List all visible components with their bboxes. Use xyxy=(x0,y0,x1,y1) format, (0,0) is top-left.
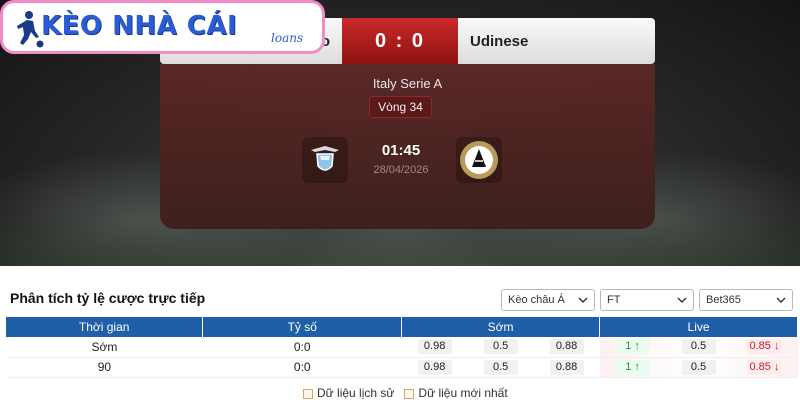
away-team-logo[interactable] xyxy=(456,137,502,183)
period-select[interactable]: FT xyxy=(600,289,694,311)
legend-latest-swatch xyxy=(404,388,415,399)
brand-subtitle: loans xyxy=(271,31,304,45)
udinese-zebra-crest-icon xyxy=(460,141,498,179)
brand-logo[interactable]: KÈO NHÀ CÁI loans xyxy=(0,0,325,54)
arrow-up-icon: ↑ xyxy=(631,340,640,353)
arrow-down-icon: ↓ xyxy=(770,360,780,373)
legend-latest-label: Dữ liệu mới nhất xyxy=(418,386,508,400)
early-odd-away: 0.88 xyxy=(549,359,584,375)
period-value: FT xyxy=(607,294,621,306)
live-odd-handicap: 0.5 xyxy=(681,339,716,355)
live-odd-home: 1 ↑ xyxy=(615,339,650,355)
odds-type-value: Kèo châu Á xyxy=(508,294,565,306)
live-odd-away-value: 0.85 xyxy=(749,360,771,373)
table-row[interactable]: 90 0:0 0.98 0.5 0.88 1 ↑ 0.5 0.85 ↓ xyxy=(6,357,798,378)
row-score: 0:0 xyxy=(202,357,402,378)
live-odd-away-value: 0.85 xyxy=(749,340,771,353)
away-team-name[interactable]: Udinese xyxy=(470,18,650,64)
odds-table: Thời gian Tỷ số Sớm Live Sớm 0:0 0.98 0.… xyxy=(6,317,798,378)
chevron-down-icon xyxy=(677,297,687,303)
column-header-live: Live xyxy=(599,317,798,337)
column-header-time: Thời gian xyxy=(6,317,204,337)
live-odd-away: 0.85 ↓ xyxy=(747,339,782,355)
brand-title: KÈO NHÀ CÁI xyxy=(41,11,238,41)
chevron-down-icon xyxy=(578,297,588,303)
live-odd-handicap: 0.5 xyxy=(681,359,716,375)
row-time: Sớm xyxy=(6,337,203,358)
arrow-down-icon: ↓ xyxy=(770,340,780,353)
live-odd-away: 0.85 ↓ xyxy=(747,359,782,375)
match-score: 0 : 0 xyxy=(342,18,458,64)
live-odds-cell: 1 ↑ 0.5 0.85 ↓ xyxy=(599,337,798,358)
kickoff-date: 28/04/2026 xyxy=(373,164,429,176)
early-odds-cell: 0.98 0.5 0.88 xyxy=(401,337,600,358)
column-header-score: Tỷ số xyxy=(202,317,403,337)
analysis-title: Phân tích tỷ lệ cược trực tiếp xyxy=(10,290,206,306)
match-info-panel: Italy Serie A Vòng 34 01:45 28/04/2026 xyxy=(160,64,655,229)
legend-history: Dữ liệu lịch sử xyxy=(303,386,394,400)
early-odds-cell: 0.98 0.5 0.88 xyxy=(401,357,600,378)
chevron-down-icon xyxy=(776,297,786,303)
table-row[interactable]: Sớm 0:0 0.98 0.5 0.88 1 ↑ 0.5 0.85 ↓ xyxy=(6,337,798,358)
legend-history-swatch xyxy=(303,388,313,399)
page: o 0 : 0 Udinese Italy Serie A Vòng 34 01… xyxy=(0,0,800,400)
row-score: 0:0 xyxy=(202,337,402,358)
odds-type-select[interactable]: Kèo châu Á xyxy=(501,289,595,311)
data-legend: Dữ liệu lịch sử Dữ liệu mới nhất xyxy=(303,386,508,400)
kickoff-time: 01:45 xyxy=(381,142,421,159)
lazio-eagle-crest-icon xyxy=(311,146,339,171)
early-odd-handicap: 0.5 xyxy=(483,359,518,375)
arrow-up-icon: ↑ xyxy=(631,360,640,373)
early-odd-home: 0.98 xyxy=(417,359,452,375)
bookmaker-value: Bet365 xyxy=(706,294,741,306)
table-header-row: Thời gian Tỷ số Sớm Live xyxy=(6,317,798,337)
live-odd-home: 1 ↑ xyxy=(615,359,650,375)
legend-latest: Dữ liệu mới nhất xyxy=(404,386,508,400)
early-odd-away: 0.88 xyxy=(549,339,584,355)
bookmaker-select[interactable]: Bet365 xyxy=(699,289,793,311)
row-time: 90 xyxy=(6,357,203,378)
round-badge: Vòng 34 xyxy=(369,96,432,118)
early-odd-handicap: 0.5 xyxy=(483,339,518,355)
early-odd-home: 0.98 xyxy=(417,339,452,355)
legend-history-label: Dữ liệu lịch sử xyxy=(317,386,395,400)
home-team-logo[interactable] xyxy=(302,137,348,183)
football-player-icon xyxy=(17,11,44,48)
column-header-early: Sớm xyxy=(401,317,601,337)
league-name[interactable]: Italy Serie A xyxy=(160,76,655,91)
live-odds-cell: 1 ↑ 0.5 0.85 ↓ xyxy=(599,357,798,378)
